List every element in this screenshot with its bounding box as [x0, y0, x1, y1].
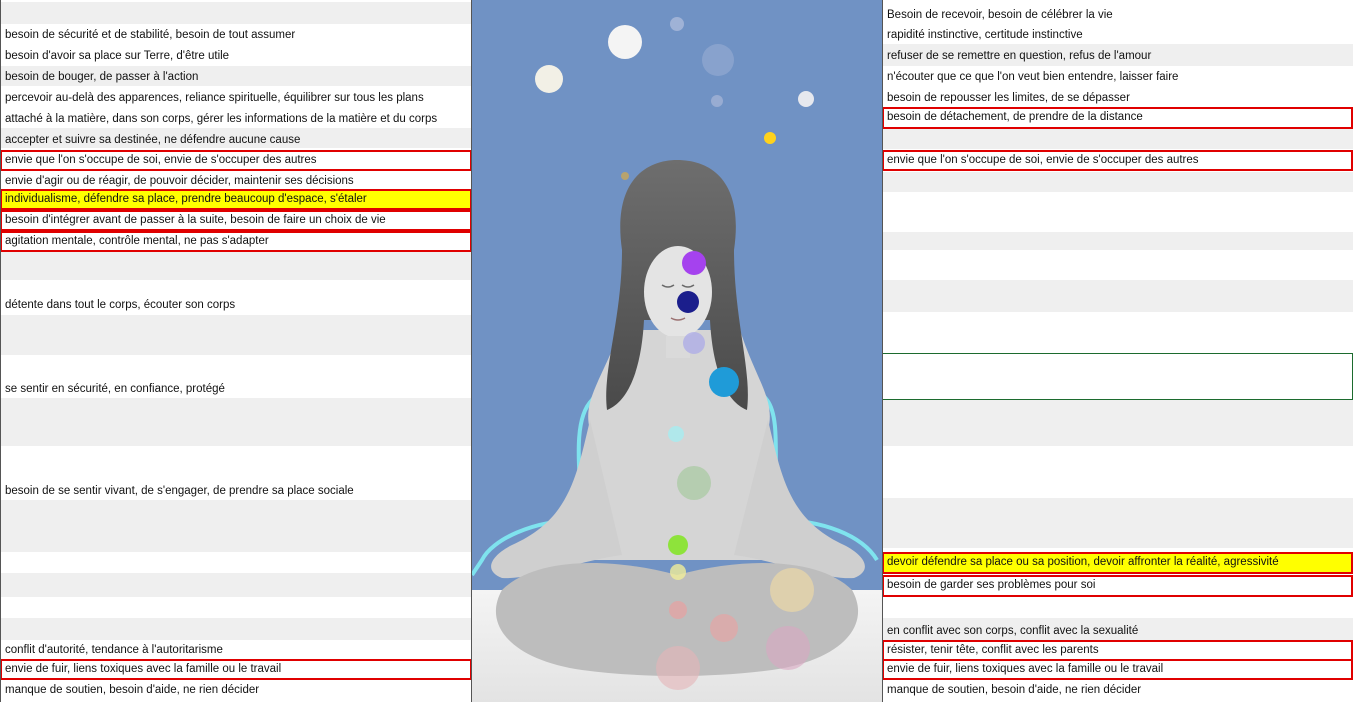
right-row-2: rapidité instinctive, certitude instinct…	[887, 29, 1083, 41]
right-row-6-boxed: besoin de détachement, de prendre de la …	[882, 107, 1353, 129]
meditating-woman-chakras-illustration	[470, 0, 882, 702]
floating-orb	[621, 172, 629, 180]
right-text-column: Besoin de recevoir, besoin de célébrer l…	[882, 0, 1353, 702]
left-row-8: envie d'agir ou de réagir, de pouvoir dé…	[5, 175, 354, 187]
right-row-10: en conflit avec son corps, conflit avec …	[887, 625, 1139, 637]
floating-orb	[702, 44, 734, 76]
floating-orb	[711, 95, 723, 107]
left-row-9-highlighted: individualisme, défendre sa place, prend…	[0, 189, 472, 210]
left-row-17: manque de soutien, besoin d'aide, ne rie…	[5, 684, 260, 696]
row-band	[882, 129, 1353, 149]
row-band	[882, 400, 1353, 446]
left-row-15: conflit d'autorité, tendance à l'autorit…	[5, 644, 223, 656]
left-row-1: besoin de sécurité et de stabilité, beso…	[5, 29, 296, 41]
left-row-16-boxed: envie de fuir, liens toxiques avec la fa…	[0, 659, 472, 680]
floating-orb	[670, 17, 684, 31]
row-band	[882, 498, 1353, 548]
left-row-4: percevoir au-delà des apparences, relian…	[5, 92, 424, 104]
floating-orb	[710, 614, 738, 642]
sacral-chakra-orb	[669, 601, 687, 619]
throat-chakra-orb	[709, 367, 739, 397]
row-band	[0, 250, 472, 280]
crown-chakra-orb	[682, 251, 706, 275]
left-row-12: détente dans tout le corps, écouter son …	[5, 299, 236, 311]
right-row-1: Besoin de recevoir, besoin de célébrer l…	[887, 9, 1113, 21]
floating-orb	[798, 91, 814, 107]
left-row-14: besoin de se sentir vivant, de s'engager…	[5, 485, 354, 497]
row-band	[0, 2, 472, 24]
row-band	[0, 618, 472, 640]
selected-cell[interactable]	[882, 353, 1353, 400]
row-band	[0, 573, 472, 597]
left-row-7-boxed: envie que l'on s'occupe de soi, envie de…	[0, 150, 472, 171]
left-row-3: besoin de bouger, de passer à l'action	[5, 71, 199, 83]
right-row-5: besoin de repousser les limites, de se d…	[887, 92, 1130, 104]
right-row-7-boxed: envie que l'on s'occupe de soi, envie de…	[882, 150, 1353, 171]
left-row-6: accepter et suivre sa destinée, ne défen…	[5, 134, 301, 146]
floating-orb	[668, 426, 684, 442]
right-row-13: manque de soutien, besoin d'aide, ne rie…	[887, 684, 1142, 696]
right-row-4: n'écouter que ce que l'on veut bien ente…	[887, 71, 1179, 83]
right-row-12-boxed: envie de fuir, liens toxiques avec la fa…	[882, 659, 1353, 680]
heart-chakra-orb	[677, 466, 711, 500]
left-row-10-boxed: besoin d'intégrer avant de passer à la s…	[0, 210, 472, 231]
floating-orb	[766, 626, 810, 670]
row-band	[882, 280, 1353, 312]
row-band	[882, 232, 1353, 250]
floating-orb	[608, 25, 642, 59]
right-row-11-boxed: résister, tenir tête, conflit avec les p…	[882, 640, 1353, 661]
meditation-illustration	[470, 0, 882, 702]
row-band	[882, 172, 1353, 192]
right-row-9-boxed: besoin de garder ses problèmes pour soi	[882, 575, 1353, 597]
floating-orb	[535, 65, 563, 93]
floating-orb	[670, 564, 686, 580]
left-text-column: besoin de sécurité et de stabilité, beso…	[0, 0, 472, 702]
floating-orb	[683, 332, 705, 354]
row-band	[0, 398, 472, 446]
root-chakra-orb	[656, 646, 700, 690]
floating-orb	[764, 132, 776, 144]
floating-orb	[770, 568, 814, 612]
row-band	[0, 500, 472, 552]
right-row-8-highlighted: devoir défendre sa place ou sa position,…	[882, 552, 1353, 574]
third-eye-chakra-orb	[677, 291, 699, 313]
left-row-11-boxed: agitation mentale, contrôle mental, ne p…	[0, 231, 472, 252]
row-band	[0, 315, 472, 355]
left-row-2: besoin d'avoir sa place sur Terre, d'êtr…	[5, 50, 230, 62]
left-row-5: attaché à la matière, dans son corps, gé…	[5, 113, 438, 125]
right-row-3: refuser de se remettre en question, refu…	[887, 50, 1152, 62]
left-row-13: se sentir en sécurité, en confiance, pro…	[5, 383, 225, 395]
solar-plexus-chakra-orb	[668, 535, 688, 555]
